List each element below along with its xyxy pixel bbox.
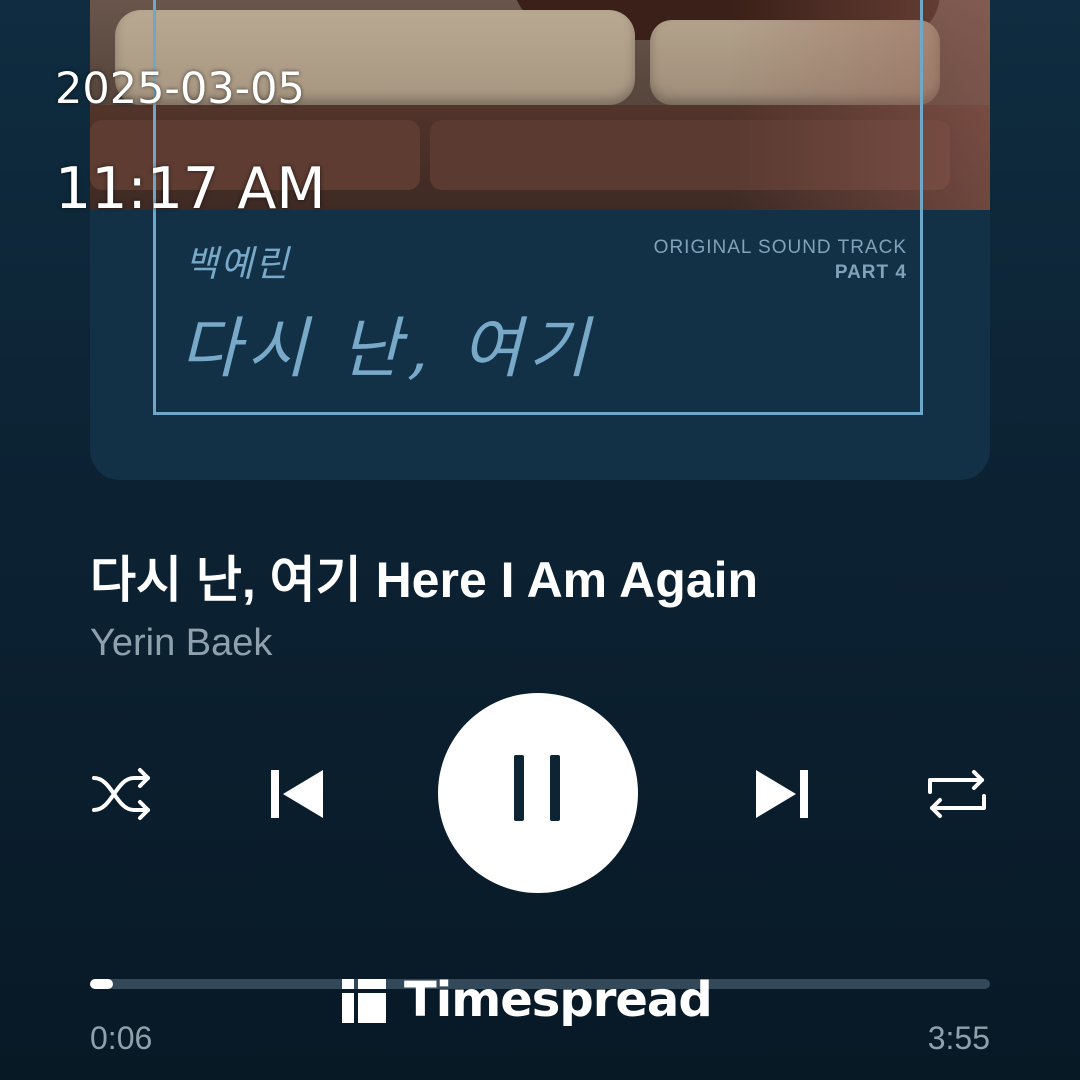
track-artist[interactable]: Yerin Baek [90,622,272,665]
watermark-text: Timespread [404,972,713,1028]
shuffle-button[interactable] [90,766,154,822]
track-title: 다시 난, 여기 Here I Am Again [90,552,759,608]
shuffle-icon [92,768,150,820]
pause-icon [550,755,560,821]
album-ost-label: ORIGINAL SOUND TRACK PART 4 [654,235,907,285]
repeat-button[interactable] [924,766,990,822]
date-overlay: 2025-03-05 [55,64,305,114]
next-button[interactable] [750,762,814,826]
previous-button[interactable] [265,762,329,826]
ost-part-line: PART 4 [834,262,907,283]
watermark: Timespread [342,970,713,1030]
elapsed-time: 0:06 [90,1020,153,1056]
timespread-logo-icon [342,977,386,1023]
pause-button[interactable] [438,693,638,893]
skip-previous-icon [271,770,323,818]
progress-fill [90,979,114,989]
time-overlay: 11:17 AM [55,156,326,222]
music-player-screen: 백예린 다시 난, 여기 ORIGINAL SOUND TRACK PART 4… [0,0,1080,1080]
ost-line: ORIGINAL SOUND TRACK [653,237,907,258]
album-artist-handwritten: 백예린 [185,244,291,285]
skip-next-icon [756,770,808,818]
album-title-handwritten: 다시 난, 여기 [180,310,595,387]
pause-icon [514,755,524,821]
repeat-icon [928,770,986,818]
total-time: 3:55 [927,1020,990,1056]
